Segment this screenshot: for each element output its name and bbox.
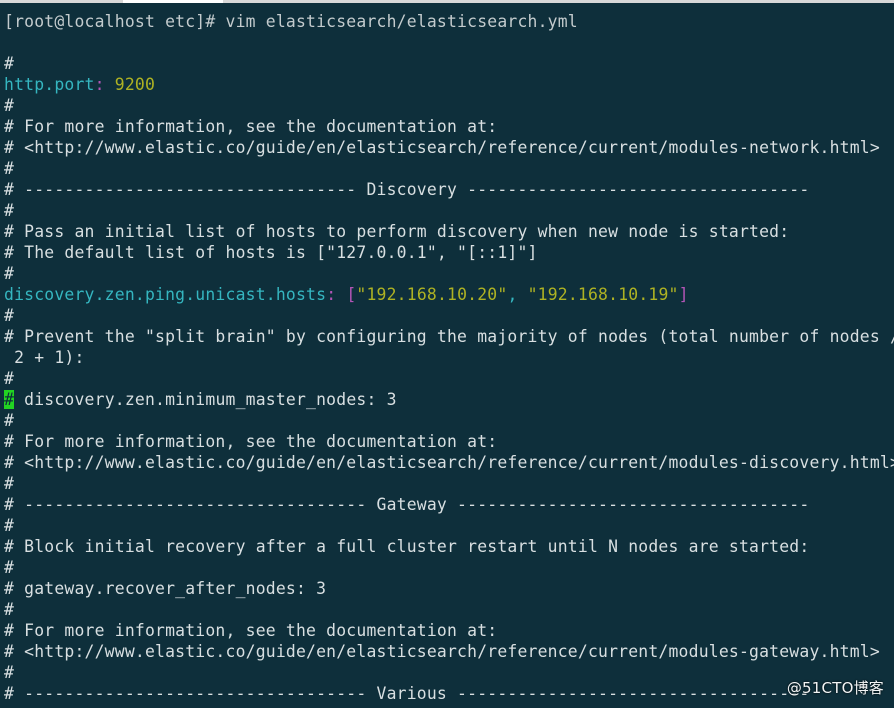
editor-line: http.port: 9200 [4,74,894,95]
editor-line: # [4,95,894,116]
comment-text: # [4,474,15,493]
comment-text: # ---------------------------------- Gat… [4,495,810,514]
editor-line: # --------------------------------- Disc… [4,179,894,200]
editor-line: # [4,515,894,536]
editor-line: 2 + 1): [4,347,894,368]
setting-separator: : [326,285,337,304]
editor-line: # <http://www.elastic.co/guide/en/elasti… [4,137,894,158]
editor-line: # [4,53,894,74]
setting-key: http.port [4,75,95,94]
array-open-bracket: [ [336,285,357,304]
comment-text: # <http://www.elastic.co/guide/en/elasti… [4,453,894,472]
array-item-value: "192.168.10.20" [356,285,508,304]
comment-text: # [4,369,15,388]
comment-text: # <http://www.elastic.co/guide/en/elasti… [4,138,880,157]
comment-text: # [4,516,15,535]
comment-text: # For more information, see the document… [4,432,498,451]
array-close-bracket: ] [678,285,689,304]
comment-text: # [4,306,15,325]
editor-line: # gateway.recover_after_nodes: 3 [4,578,894,599]
editor-line: # [4,599,894,620]
editor-line: # Prevent the "split brain" by configuri… [4,326,894,347]
editor-line: # [4,368,894,389]
editor-line: # [4,305,894,326]
editor-line: # The default list of hosts is ["127.0.0… [4,242,894,263]
comment-text: # The default list of hosts is ["127.0.0… [4,243,538,262]
editor-line: discovery.zen.ping.unicast.hosts: ["192.… [4,284,894,305]
array-item-value: "192.168.10.19" [527,285,679,304]
editor-line: # [4,662,894,683]
editor-line: # For more information, see the document… [4,620,894,641]
comment-text: # Prevent the "split brain" by configuri… [4,327,894,346]
editor-line: # [4,473,894,494]
editor-line-blank [4,32,894,53]
editor-line: # ---------------------------------- Var… [4,683,894,704]
editor-line: # [4,263,894,284]
comment-text: # ---------------------------------- Var… [4,684,810,703]
array-comma: , [507,285,528,304]
terminal-window[interactable]: [root@localhost etc]# vim elasticsearch/… [0,3,894,708]
comment-text: 2 + 1): [4,348,85,367]
comment-text: # [4,54,15,73]
setting-separator: : [94,75,105,94]
editor-buffer[interactable]: # http.port: 9200 # # For more information,… [4,32,894,704]
text-cursor[interactable]: # [4,390,15,409]
comment-text: # gateway.recover_after_nodes: 3 [4,579,327,598]
comment-text: # [4,411,15,430]
editor-line: # For more information, see the document… [4,431,894,452]
comment-text: # [4,663,15,682]
editor-line: # <http://www.elastic.co/guide/en/elasti… [4,452,894,473]
comment-text: # For more information, see the document… [4,621,498,640]
editor-line: # [4,410,894,431]
comment-text: # Pass an initial list of hosts to perfo… [4,222,790,241]
comment-text: # [4,96,15,115]
comment-text: # For more information, see the document… [4,117,498,136]
editor-line: # ---------------------------------- Gat… [4,494,894,515]
editor-line: # [4,200,894,221]
setting-value: 9200 [104,75,156,94]
comment-text: discovery.zen.minimum_master_nodes: 3 [14,390,397,409]
editor-line: # discovery.zen.minimum_master_nodes: 3 [4,389,894,410]
editor-line: # <http://www.elastic.co/guide/en/elasti… [4,641,894,662]
comment-text: # Block initial recovery after a full cl… [4,537,810,556]
editor-line: # Block initial recovery after a full cl… [4,536,894,557]
setting-key: discovery.zen.ping.unicast.hosts [4,285,327,304]
comment-text: # [4,201,15,220]
comment-text: # <http://www.elastic.co/guide/en/elasti… [4,642,880,661]
comment-text: # [4,558,15,577]
watermark-text: @51CTO博客 [786,679,884,697]
editor-line: # [4,557,894,578]
comment-text: # --------------------------------- Disc… [4,180,810,199]
comment-text: # [4,600,15,619]
shell-prompt-line: [root@localhost etc]# vim elasticsearch/… [4,12,578,31]
terminal-lines: [root@localhost etc]# vim elasticsearch/… [4,11,894,704]
editor-line: # For more information, see the document… [4,116,894,137]
editor-line: # Pass an initial list of hosts to perfo… [4,221,894,242]
comment-text: # [4,264,15,283]
comment-text: # [4,159,15,178]
editor-line: # [4,158,894,179]
